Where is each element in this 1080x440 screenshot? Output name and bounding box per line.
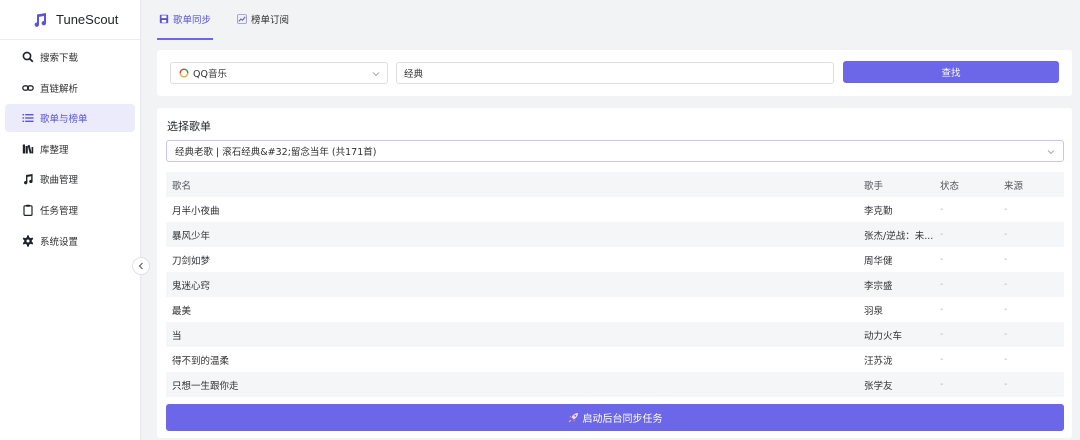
table-row[interactable]: 只想一生跟你走 张学友 - - (166, 372, 1064, 397)
song-artist: 张杰/逆战：未... (858, 222, 934, 247)
sidebar-item-label: 歌曲管理 (40, 175, 79, 187)
qq-music-icon (179, 68, 189, 78)
song-artist: 李宗盛 (858, 272, 934, 297)
playlist-select[interactable]: 经典老歌 | 滚石经典&#32;留念当年 (共171首) (166, 140, 1064, 162)
table-row[interactable]: 当 动力火车 - - (166, 322, 1064, 347)
search-button[interactable]: 查找 (843, 61, 1059, 83)
table-row[interactable]: 刀剑如梦 周华健 - - (166, 247, 1064, 272)
song-artist: 动力火车 (858, 322, 934, 347)
list-icon (22, 112, 34, 124)
tab-playlist-sync[interactable]: 歌单同步 (157, 0, 214, 40)
section-title: 选择歌单 (167, 120, 211, 133)
song-title: 得不到的温柔 (172, 355, 230, 367)
song-status: - (940, 354, 944, 365)
search-icon (22, 51, 34, 63)
sidebar-item-search-download[interactable]: 搜索下载 (5, 43, 135, 71)
source-select[interactable]: QQ音乐 (170, 62, 388, 84)
song-source: - (1004, 304, 1008, 315)
song-status: - (940, 204, 944, 215)
playlist-panel: 选择歌单 经典老歌 | 滚石经典&#32;留念当年 (共171首) 歌名 歌手 … (157, 108, 1072, 438)
column-header-artist: 歌手 (858, 172, 934, 197)
tab-label: 歌单同步 (173, 15, 212, 26)
table-row[interactable]: 暴风少年 张杰/逆战：未... - - (166, 222, 1064, 247)
keyword-input[interactable] (396, 62, 834, 84)
gear-icon (22, 234, 34, 247)
song-status: - (934, 372, 998, 397)
song-title: 暴风少年 (166, 222, 858, 247)
sidebar-item-label: 系统设置 (40, 236, 79, 248)
rocket-icon (568, 412, 579, 423)
sidebar-nav: 搜索下载 直链解析 歌单与榜单 库整理 歌曲管理 任务管理 系统设置 (0, 40, 140, 255)
brand[interactable]: TuneScout (0, 0, 140, 40)
tab-bar: 歌单同步 榜单订阅 (141, 0, 1080, 40)
column-header-source: 来源 (998, 172, 1064, 197)
table-row[interactable]: 得不到的温柔 汪苏泷 - - (166, 347, 1064, 372)
music-note-icon (22, 173, 34, 185)
column-header-status: 状态 (934, 172, 998, 197)
song-source: - (998, 322, 1064, 347)
song-source: - (1004, 254, 1008, 265)
song-source: - (1004, 204, 1008, 215)
music-note-icon (34, 12, 47, 27)
sidebar-item-label: 歌单与榜单 (40, 114, 88, 126)
link-icon (22, 82, 34, 94)
table-row[interactable]: 月半小夜曲 李克勤 - - (166, 197, 1064, 222)
sidebar: TuneScout 搜索下载 直链解析 歌单与榜单 库整理 歌曲管理 任务管理 … (0, 0, 141, 440)
song-title: 最美 (172, 305, 192, 317)
song-source: - (998, 372, 1064, 397)
sidebar-item-label: 库整理 (40, 144, 69, 156)
song-artist: 汪苏泷 (864, 355, 893, 367)
tab-chart-subscribe[interactable]: 榜单订阅 (235, 0, 291, 40)
chevron-down-icon (1047, 150, 1055, 155)
song-status: - (934, 322, 998, 347)
sidebar-item-task-management[interactable]: 任务管理 (5, 196, 135, 224)
song-table: 歌名 歌手 状态 来源 月半小夜曲 李克勤 - - 暴风少年 张杰/逆战：未..… (166, 172, 1064, 397)
sidebar-item-label: 任务管理 (40, 205, 79, 217)
chevron-down-icon (372, 72, 380, 77)
table-row[interactable]: 最美 羽泉 - - (166, 297, 1064, 322)
sidebar-item-label: 搜索下载 (40, 53, 79, 64)
playlist-select-value: 经典老歌 | 滚石经典&#32;留念当年 (共171首) (175, 147, 377, 158)
song-title: 刀剑如梦 (172, 255, 211, 267)
song-title: 当 (166, 322, 858, 347)
song-title: 鬼迷心窍 (166, 272, 858, 297)
sidebar-item-direct-link[interactable]: 直链解析 (5, 74, 135, 102)
song-source: - (998, 222, 1064, 247)
song-status: - (934, 222, 998, 247)
song-artist: 羽泉 (864, 305, 884, 317)
sidebar-item-playlists[interactable]: 歌单与榜单 (5, 104, 135, 133)
song-source: - (998, 272, 1064, 297)
search-panel: QQ音乐 查找 (157, 50, 1072, 96)
column-header-title: 歌名 (166, 172, 858, 197)
source-select-value: QQ音乐 (193, 69, 227, 80)
table-row[interactable]: 鬼迷心窍 李宗盛 - - (166, 272, 1064, 297)
song-artist: 李克勤 (864, 205, 893, 217)
chevron-left-icon (138, 262, 143, 270)
table-header-row: 歌名 歌手 状态 来源 (166, 172, 1064, 197)
song-artist: 张学友 (858, 372, 934, 397)
song-source: - (1004, 354, 1008, 365)
save-icon (159, 14, 169, 24)
song-title: 只想一生跟你走 (166, 372, 858, 397)
sidebar-collapse-button[interactable] (132, 257, 150, 275)
song-title: 月半小夜曲 (172, 205, 220, 217)
library-icon (22, 143, 34, 155)
song-status: - (940, 254, 944, 265)
song-status: - (934, 272, 998, 297)
start-sync-label: 启动后台同步任务 (582, 414, 663, 425)
song-status: - (940, 304, 944, 315)
song-artist: 周华健 (864, 255, 893, 267)
sidebar-item-label: 直链解析 (40, 83, 79, 95)
chart-icon (237, 14, 247, 24)
sidebar-item-song-management[interactable]: 歌曲管理 (5, 165, 135, 193)
clipboard-icon (22, 204, 34, 216)
sidebar-item-settings[interactable]: 系统设置 (5, 227, 135, 255)
tab-label: 榜单订阅 (251, 15, 290, 26)
start-sync-button[interactable]: 启动后台同步任务 (166, 404, 1064, 431)
app-name: TuneScout (56, 12, 119, 27)
sidebar-item-library[interactable]: 库整理 (5, 135, 135, 163)
